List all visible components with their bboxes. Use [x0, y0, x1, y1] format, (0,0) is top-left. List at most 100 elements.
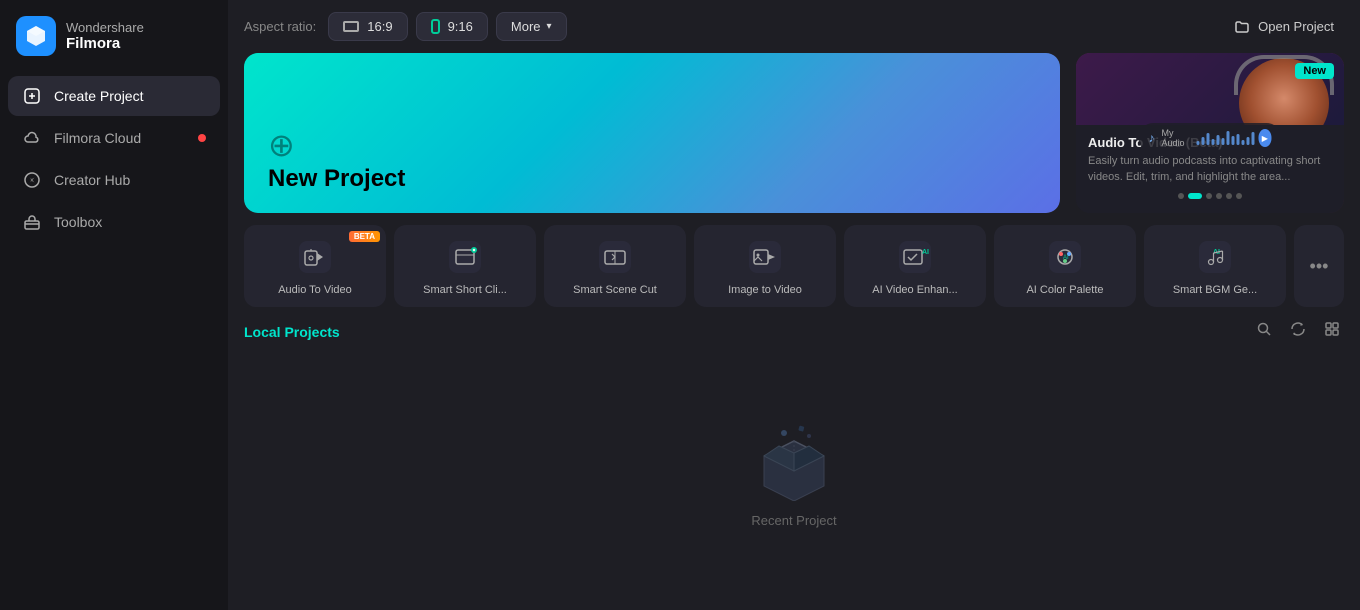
ai-color-palette-icon: AI: [1047, 239, 1083, 275]
tool-ai-video-enhance[interactable]: AI AI Video Enhan...: [844, 225, 986, 307]
open-project-label: Open Project: [1258, 19, 1334, 34]
open-project-button[interactable]: Open Project: [1224, 13, 1344, 41]
bar-12: [1251, 132, 1254, 145]
sidebar-item-create-project[interactable]: Create Project: [8, 76, 220, 116]
monitor-icon: [343, 21, 359, 32]
play-icon: ▶: [1258, 129, 1271, 147]
bar-10: [1241, 140, 1244, 145]
empty-state-label: Recent Project: [751, 513, 836, 528]
smart-short-clip-icon: [447, 239, 483, 275]
more-tools-button[interactable]: •••: [1294, 225, 1344, 307]
smart-bgm-label: Smart BGM Ge...: [1173, 283, 1257, 297]
create-project-icon: [22, 86, 42, 106]
ratio-9-16-label: 9:16: [448, 19, 473, 34]
search-button[interactable]: [1252, 319, 1276, 344]
bar-3: [1206, 133, 1209, 145]
beta-badge: BETA: [349, 231, 380, 242]
cloud-notification-dot: [198, 134, 206, 142]
bar-9: [1236, 134, 1239, 145]
new-project-plus-icon: ⊕: [268, 129, 1036, 161]
toolbox-label: Toolbox: [54, 214, 102, 230]
ratio-16-9-button[interactable]: 16:9: [328, 12, 407, 41]
feature-highlight-card[interactable]: New ♪ My Audio: [1076, 53, 1344, 213]
audio-bar-visual: ♪ My Audio: [1138, 123, 1281, 153]
aspect-ratio-label: Aspect ratio:: [244, 19, 316, 34]
product-name: Filmora: [66, 35, 144, 52]
smart-scene-cut-icon: [597, 239, 633, 275]
empty-state: Recent Project: [244, 354, 1344, 594]
sidebar: Wondershare Filmora Create Project Filmo…: [0, 0, 228, 610]
local-projects-section: Local Projects: [244, 319, 1344, 594]
tool-ai-color-palette[interactable]: AI AI Color Palette: [994, 225, 1136, 307]
dot-5: [1226, 193, 1232, 199]
dot-2: [1188, 193, 1202, 199]
cloud-icon: [22, 128, 42, 148]
compass-icon: [22, 170, 42, 190]
music-note-icon: ♪: [1148, 131, 1154, 145]
chevron-down-icon: ▾: [547, 21, 552, 32]
local-projects-title: Local Projects: [244, 324, 340, 340]
card-dots: [1088, 185, 1332, 203]
create-project-label: Create Project: [54, 88, 143, 104]
dot-6: [1236, 193, 1242, 199]
feature-new-badge: New: [1295, 63, 1334, 79]
bar-6: [1221, 138, 1224, 145]
feature-description: Easily turn audio podcasts into captivat…: [1088, 154, 1332, 185]
sidebar-nav: Create Project Filmora Cloud Creator Hub: [0, 76, 228, 610]
brand-name: Wondershare: [66, 20, 144, 35]
refresh-button[interactable]: [1286, 319, 1310, 344]
content-area: ⊕ New Project New ♪: [228, 53, 1360, 610]
dot-1: [1178, 193, 1184, 199]
app-logo-icon: [16, 16, 56, 56]
search-icon: [1256, 321, 1272, 337]
ellipsis-icon: •••: [1310, 256, 1329, 277]
smart-bgm-icon: AI: [1197, 239, 1233, 275]
top-cards-row: ⊕ New Project New ♪: [244, 53, 1344, 213]
creator-hub-label: Creator Hub: [54, 172, 130, 188]
smart-short-clip-label: Smart Short Cli...: [423, 283, 507, 297]
ai-tools-row: BETA Audio To Video: [244, 225, 1344, 307]
bar-1: [1196, 141, 1199, 145]
sidebar-item-toolbox[interactable]: Toolbox: [8, 202, 220, 242]
dot-4: [1216, 193, 1222, 199]
new-project-title: New Project: [268, 165, 1036, 193]
dot-3: [1206, 193, 1212, 199]
bar-2: [1201, 137, 1204, 145]
bar-8: [1231, 136, 1234, 145]
smart-scene-cut-label: Smart Scene Cut: [573, 283, 657, 297]
filmora-cloud-label: Filmora Cloud: [54, 130, 141, 146]
folder-icon: [1234, 19, 1250, 35]
topbar: Aspect ratio: 16:9 9:16 More ▾ Open Proj…: [228, 0, 1360, 53]
new-project-card[interactable]: ⊕ New Project: [244, 53, 1060, 213]
tool-image-to-video[interactable]: Image to Video: [694, 225, 836, 307]
audio-label: My Audio: [1161, 128, 1189, 148]
tool-audio-to-video[interactable]: BETA Audio To Video: [244, 225, 386, 307]
main-area: Aspect ratio: 16:9 9:16 More ▾ Open Proj…: [228, 0, 1360, 610]
section-header: Local Projects: [244, 319, 1344, 344]
svg-text:AI: AI: [1063, 255, 1069, 261]
svg-text:AI: AI: [922, 249, 929, 256]
section-actions: [1252, 319, 1344, 344]
more-button[interactable]: More ▾: [496, 12, 567, 41]
bar-5: [1216, 135, 1219, 145]
ratio-9-16-button[interactable]: 9:16: [416, 12, 488, 41]
sidebar-item-filmora-cloud[interactable]: Filmora Cloud: [8, 118, 220, 158]
image-to-video-label: Image to Video: [728, 283, 802, 297]
logo-text: Wondershare Filmora: [66, 20, 144, 52]
bar-11: [1246, 137, 1249, 145]
phone-icon: [431, 19, 440, 34]
bar-4: [1211, 139, 1214, 145]
sidebar-item-creator-hub[interactable]: Creator Hub: [8, 160, 220, 200]
ai-color-palette-label: AI Color Palette: [1026, 283, 1103, 297]
image-to-video-icon: [747, 239, 783, 275]
tool-smart-bgm[interactable]: AI Smart BGM Ge...: [1144, 225, 1286, 307]
refresh-icon: [1290, 321, 1306, 337]
tool-smart-short-clip[interactable]: Smart Short Cli...: [394, 225, 536, 307]
bar-7: [1226, 131, 1229, 145]
empty-box-illustration: [749, 421, 839, 501]
ai-video-enhance-label: AI Video Enhan...: [872, 283, 957, 297]
ai-video-enhance-icon: AI: [897, 239, 933, 275]
tool-smart-scene-cut[interactable]: Smart Scene Cut: [544, 225, 686, 307]
toolbox-icon: [22, 212, 42, 232]
grid-view-button[interactable]: [1320, 319, 1344, 344]
